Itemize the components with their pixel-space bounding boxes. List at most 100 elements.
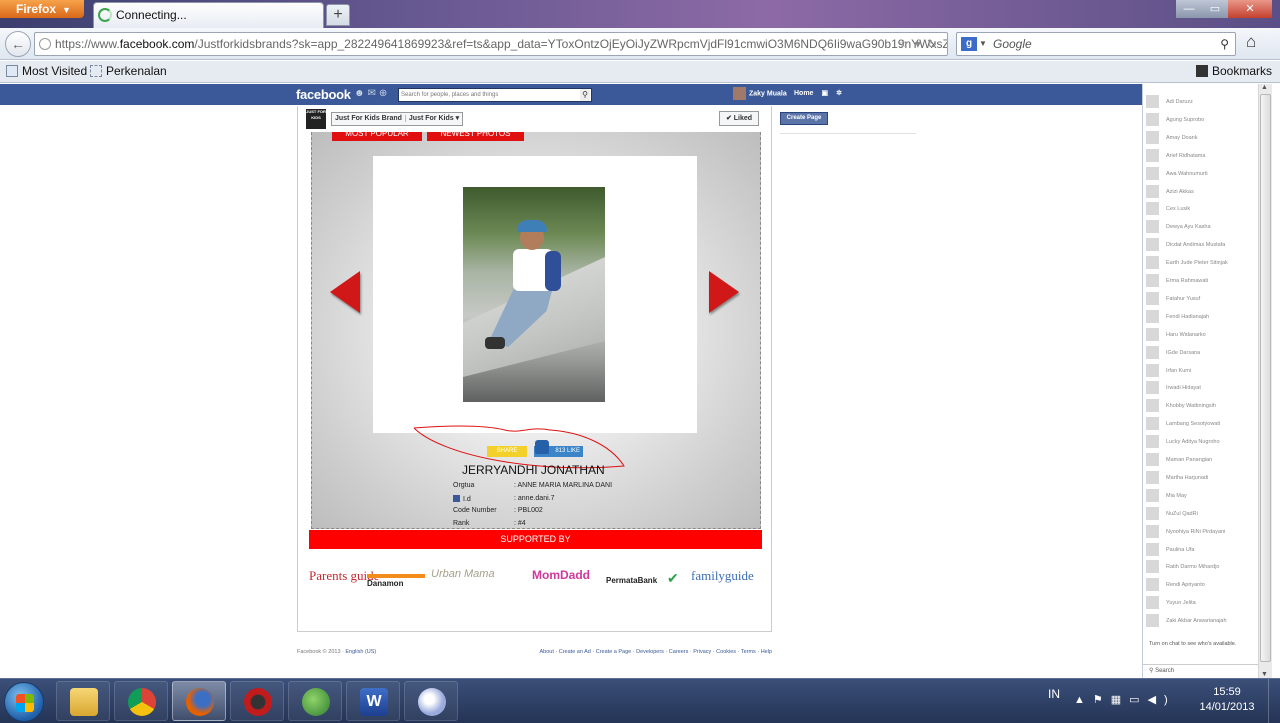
start-button[interactable] [4,682,44,722]
chat-friend-item[interactable]: Mia May [1146,488,1256,504]
detail-value[interactable]: : anne.dani.7 [514,495,554,502]
taskbar-paint[interactable] [404,681,458,721]
volume-icon[interactable]: ◀) [1148,694,1176,706]
chat-friend-item[interactable]: Lucky Aditya Nugroho [1146,434,1256,450]
home-icon[interactable]: ⌂ [1246,32,1256,52]
chat-friend-item[interactable]: Paulina Ufa [1146,542,1256,558]
footer-links[interactable]: About · Create an Ad · Create a Page · D… [539,649,772,655]
chat-friend-item[interactable]: Rendi Apriyanto [1146,577,1256,593]
chat-friend-item[interactable]: Maman Panangian [1146,452,1256,468]
reload-icon[interactable]: ↻ [927,37,943,51]
chat-friend-item[interactable]: Dicdat Andimas Mustafa [1146,237,1256,253]
bookmarks-menu-button[interactable]: Bookmarks [1196,64,1272,78]
chat-friend-item[interactable]: Ratih Darmo Mihardjo [1146,559,1256,575]
chat-friend-item[interactable]: Awa Wahnumurti [1146,166,1256,182]
notifications-icon[interactable]: ⊕ [379,88,390,99]
bookmark-perkenalan[interactable]: Perkenalan [90,64,167,78]
friend-requests-icon[interactable]: ☻ [354,88,368,99]
chat-friend-item[interactable]: Irfan Kumi [1146,363,1256,379]
chat-friend-item[interactable]: Irwadi Hidayat [1146,380,1256,396]
taskbar-word[interactable]: W [346,681,400,721]
show-hidden-icons-icon[interactable]: ▲ [1074,694,1093,706]
chat-friend-item[interactable]: Adi Daruzz [1146,94,1256,110]
chat-friend-item[interactable]: Zaki Akbar Anwarianajah [1146,613,1256,629]
page-thumbnail[interactable]: JUST FOR KIDS [306,109,326,129]
sponsor-danamon[interactable]: Danamon [367,574,425,588]
chat-friend-item[interactable]: Haru Widanarko [1146,327,1256,343]
taskbar-media-app[interactable] [230,681,284,721]
chat-search-input[interactable]: ⚲ Search [1143,664,1258,677]
system-clock[interactable]: 15:59 14/01/2013 [1192,685,1262,715]
google-icon[interactable]: g [961,37,977,51]
chat-friend-item[interactable]: Arief Ridhatama [1146,148,1256,164]
action-center-icon[interactable]: ⚑ [1093,694,1111,706]
chat-friend-item[interactable]: Earth Jude Pieter Sitinjak [1146,255,1256,271]
chat-friend-item[interactable]: NuZul QadRi [1146,506,1256,522]
back-button[interactable]: ← [5,31,31,57]
scroll-down-icon[interactable]: ▼ [1261,671,1268,678]
scrollbar-thumb[interactable] [1260,94,1271,662]
search-icon[interactable]: ⚲ [580,89,590,101]
gear-icon[interactable]: ✲ [836,90,842,97]
contestant-photo[interactable] [463,187,605,402]
sponsor-urban-mama[interactable]: Urban Mama [431,568,495,580]
chat-friend-item[interactable]: Nyoohiya RiNi Pirdayani [1146,524,1256,540]
show-desktop-button[interactable] [1268,679,1280,723]
chat-friend-item[interactable]: Fatahur Yusuf [1146,291,1256,307]
chat-friend-item[interactable]: Lambang Sesotyowati [1146,416,1256,432]
sponsor-check-logo[interactable]: ✔ [667,570,679,587]
display-icon[interactable]: ▭ [1129,694,1147,706]
taskbar-firefox[interactable] [172,681,226,721]
chat-friend-item[interactable]: Agung Suprobo [1146,112,1256,128]
chat-friend-item[interactable]: Martha Harjunadi [1146,470,1256,486]
dropdown-icon[interactable]: ▾ [915,37,927,51]
close-window-button[interactable]: ✕ [1228,0,1272,18]
browser-tab[interactable]: Connecting... [93,2,324,28]
taskbar-explorer[interactable] [56,681,110,721]
chat-friend-item[interactable]: Amay Doank [1146,130,1256,146]
page-breadcrumb[interactable]: Just For Kids Brand Just For Kids ▾ [331,112,464,126]
most-popular-button[interactable]: MOST POPULAR [332,132,422,141]
chat-offline-note[interactable]: Turn on chat to see who's available. [1149,641,1249,648]
search-bar[interactable]: g ▼ Google ⚲ [956,32,1236,56]
chevron-down-icon[interactable]: ▼ [979,33,987,55]
chat-friend-item[interactable]: Dewya Ayu Kasha [1146,219,1256,235]
sponsor-momdadd[interactable]: MomDadd [532,568,590,582]
new-tab-button[interactable]: + [326,4,350,26]
chat-friend-item[interactable]: IGde Darsana [1146,345,1256,361]
page-scrollbar[interactable]: ▲ ▼ [1258,84,1272,678]
sponsor-permatabank[interactable]: PermataBank [606,576,657,585]
chat-friend-item[interactable]: Khobby Wattiningsih [1146,398,1256,414]
user-profile-link[interactable]: Zaky Muala [733,87,787,101]
chat-friend-item[interactable]: Fendi Hadianajah [1146,309,1256,325]
liked-button[interactable]: ✔ Liked [719,111,759,126]
firefox-menu-button[interactable]: Firefox ▼ [0,0,84,18]
create-page-button[interactable]: Create Page [780,112,828,125]
footer-language-link[interactable]: English (US) [345,649,376,655]
messages-icon[interactable]: ✉ [368,88,379,99]
network-icon[interactable]: ▦ [1111,694,1129,706]
maximize-button[interactable]: ▭ [1202,0,1228,18]
newest-photos-button[interactable]: NEWEST PHOTOS [427,132,524,141]
home-link[interactable]: Home [794,90,813,97]
taskbar-network-app[interactable] [288,681,342,721]
chat-friend-item[interactable]: Azizi Akkas [1146,184,1256,200]
find-friends-icon[interactable]: ▣ [821,90,828,97]
chat-friend-item[interactable]: Cex Lusik [1146,201,1256,217]
sponsor-familyguide[interactable]: familyguide [691,568,754,584]
scroll-up-icon[interactable]: ▲ [1261,84,1268,91]
breadcrumb-app-selector[interactable]: Just For Kids ▾ [406,115,462,122]
minimize-button[interactable]: — [1176,0,1202,18]
facebook-logo[interactable]: facebook [296,87,351,102]
language-indicator[interactable]: IN [1048,687,1060,701]
notification-jewels[interactable]: ☻✉⊕ [354,88,390,99]
search-icon[interactable]: ⚲ [1220,33,1229,55]
bookmark-star-icon[interactable]: ☆ [898,37,915,51]
taskbar-chrome[interactable] [114,681,168,721]
facebook-search-input[interactable]: Search for people, places and things ⚲ [398,88,592,102]
chat-friend-item[interactable]: Erma Rahmawati [1146,273,1256,289]
bookmark-most-visited[interactable]: Most Visited [6,64,87,78]
breadcrumb-page-name[interactable]: Just For Kids Brand [332,115,406,122]
chat-friend-item[interactable]: Yuyun Jelita [1146,595,1256,611]
url-bar[interactable]: https://www.facebook.com/Justforkidsbran… [34,32,948,56]
